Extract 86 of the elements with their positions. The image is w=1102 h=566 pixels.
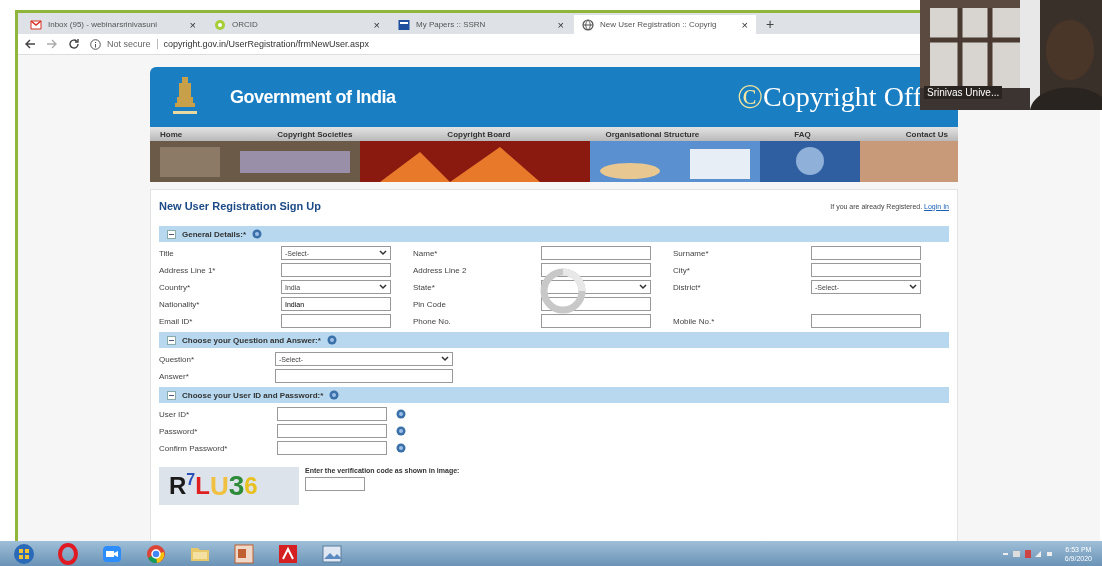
- input-field[interactable]: [541, 246, 651, 260]
- field-label: Question*: [159, 354, 196, 364]
- browser-tab[interactable]: Inbox (95) - webinarsrinivasuni ×: [22, 15, 204, 34]
- brand-title: Copyright Off: [763, 81, 922, 113]
- collapse-icon: [167, 390, 176, 400]
- forward-icon[interactable]: [46, 38, 58, 50]
- participant-name: Srinivas Unive...: [924, 86, 1003, 99]
- opera-icon[interactable]: [57, 542, 79, 565]
- new-tab-button[interactable]: +: [758, 16, 783, 34]
- pdf-icon[interactable]: [277, 542, 299, 565]
- address-field[interactable]: Not secure copyright.gov.in/UserRegistration/frmNewUser.aspx: [90, 36, 369, 52]
- globe-icon: [582, 18, 594, 31]
- input-field[interactable]: [281, 314, 391, 328]
- nav-link[interactable]: Copyright Board: [447, 129, 511, 139]
- field-label: Surname*: [673, 248, 710, 258]
- field-label: Answer*: [159, 371, 190, 381]
- field-label: User ID*: [159, 409, 191, 419]
- browser-tab[interactable]: My Papers :: SSRN ×: [390, 15, 572, 34]
- field-label: Pin Code: [413, 299, 447, 309]
- tab-title: Inbox (95) - webinarsrinivasuni: [48, 20, 158, 29]
- tab-title: My Papers :: SSRN: [416, 20, 487, 29]
- input-field[interactable]: [541, 314, 651, 328]
- browser-tab[interactable]: New User Registration :: Copyrig ×: [574, 15, 756, 34]
- tray-icons: [1002, 548, 1053, 559]
- section-header[interactable]: Choose your User ID and Password:*: [159, 387, 949, 403]
- security-label: Not secure: [107, 39, 158, 49]
- section-header[interactable]: General Details:*: [159, 226, 949, 242]
- form-title: New User Registration Sign Up: [159, 200, 321, 212]
- section-title: Choose your User ID and Password:*: [182, 390, 324, 400]
- field-label: Address Line 2: [413, 265, 468, 275]
- tab-title: New User Registration :: Copyrig: [600, 20, 718, 29]
- site-title: Government of India: [230, 86, 396, 108]
- input-field[interactable]: [277, 407, 387, 421]
- input-field[interactable]: [811, 314, 921, 328]
- close-icon[interactable]: ×: [373, 18, 380, 31]
- captcha-field[interactable]: [305, 477, 365, 491]
- circle-icon: [214, 18, 226, 31]
- section-title: General Details:*: [182, 229, 247, 239]
- nav-link[interactable]: Organisational Structure: [605, 129, 700, 139]
- nav-link[interactable]: FAQ: [794, 129, 811, 139]
- field-label: Address Line 1*: [159, 265, 217, 275]
- field-label: Phone No.: [413, 316, 452, 326]
- field-label: Title: [159, 248, 175, 258]
- dropdown-icon: [639, 284, 647, 290]
- nav-link[interactable]: Contact Us: [905, 129, 948, 139]
- input-field[interactable]: [811, 263, 921, 277]
- url-text: copyright.gov.in/UserRegistration/frmNewUser.aspx: [163, 39, 369, 49]
- mail-icon: [30, 18, 42, 31]
- section-title: Choose your Question and Answer:*: [182, 335, 321, 345]
- field-label: Email ID*: [159, 316, 194, 326]
- dropdown-icon: [379, 250, 387, 256]
- field-label: Country*: [159, 282, 192, 292]
- input-field[interactable]: [277, 424, 387, 438]
- browser-tab[interactable]: ORCID ×: [206, 15, 388, 34]
- nav-link[interactable]: Copyright Societies: [277, 129, 353, 139]
- field-label: Name*: [413, 248, 439, 258]
- field-label: Password*: [159, 426, 199, 436]
- back-icon[interactable]: [24, 38, 36, 50]
- field-label: Nationality*: [159, 299, 201, 309]
- chrome-icon[interactable]: [145, 542, 167, 565]
- input-field[interactable]: [275, 369, 453, 383]
- start-button[interactable]: [13, 542, 35, 565]
- reload-icon[interactable]: [68, 38, 80, 50]
- field-label: City*: [673, 265, 691, 275]
- field-label: Confirm Password*: [159, 443, 229, 453]
- collapse-icon: [167, 335, 176, 345]
- copyright-mark: ©: [737, 80, 764, 114]
- tab-title: ORCID: [232, 20, 259, 29]
- close-icon[interactable]: ×: [189, 18, 196, 31]
- square-icon: [398, 18, 410, 31]
- dropdown-icon: [441, 356, 449, 362]
- field-label: Mobile No.*: [673, 316, 716, 326]
- section-header[interactable]: Choose your Question and Answer:*: [159, 332, 949, 348]
- collapse-icon: [167, 229, 176, 239]
- field-label: District*: [673, 282, 702, 292]
- input-field[interactable]: [277, 441, 387, 455]
- info-icon: [90, 38, 101, 50]
- input-field[interactable]: [281, 263, 391, 277]
- close-icon[interactable]: ×: [741, 18, 748, 31]
- image-viewer-icon[interactable]: [321, 542, 343, 565]
- dropdown-icon: [379, 284, 387, 290]
- nav-link[interactable]: Home: [160, 129, 183, 139]
- field-label: State*: [413, 282, 436, 292]
- close-icon[interactable]: ×: [557, 18, 564, 31]
- dropdown-icon: [909, 284, 917, 290]
- input-field[interactable]: [811, 246, 921, 260]
